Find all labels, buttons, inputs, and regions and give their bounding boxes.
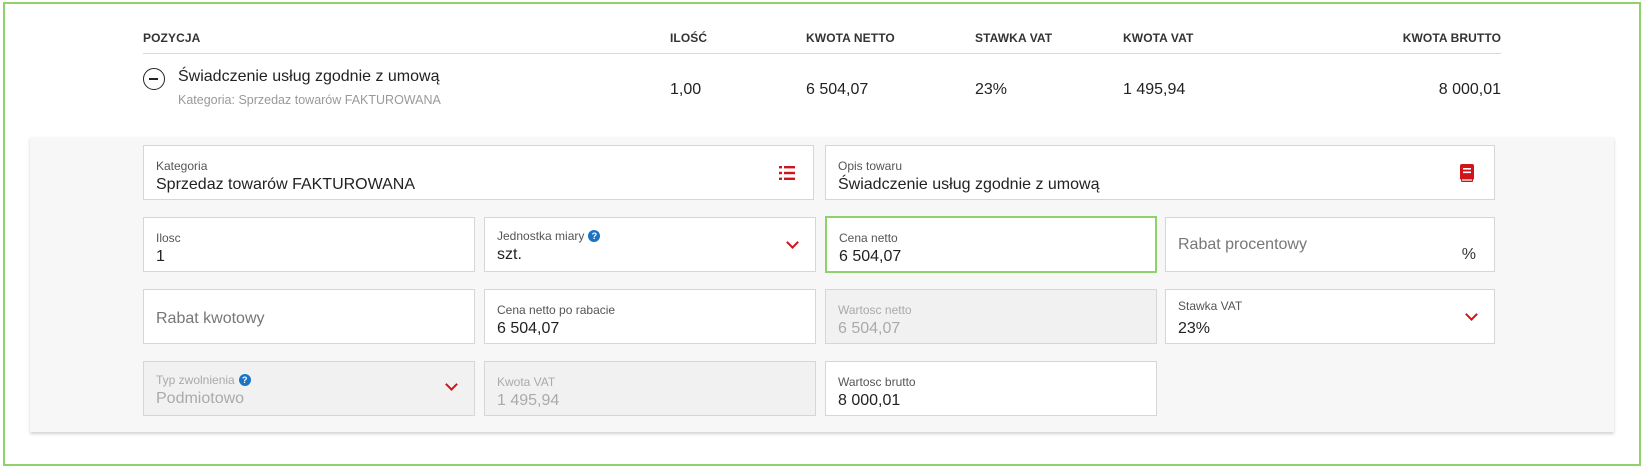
- table-row: Świadczenie usług zgodnie z umową Katego…: [143, 60, 1501, 122]
- net-price-value: 6 504,07: [839, 248, 902, 265]
- exemption-type-label-text: Typ zwolnienia: [156, 373, 235, 387]
- header-vat-rate: STAWKA VAT: [975, 31, 1053, 45]
- net-price-after-discount-value: 6 504,07: [497, 320, 560, 337]
- chevron-down-icon[interactable]: [786, 236, 799, 249]
- item-name: Świadczenie usług zgodnie z umową: [178, 68, 440, 85]
- unit-label: Jednostka miary?: [497, 229, 601, 243]
- net-value-label: Wartosc netto: [838, 303, 912, 317]
- header-quantity: ILOŚĆ: [670, 31, 708, 45]
- amount-discount-placeholder: Rabat kwotowy: [156, 310, 265, 327]
- quantity-label: Ilosc: [156, 231, 181, 245]
- net-price-after-discount-field[interactable]: Cena netto po rabacie 6 504,07: [484, 289, 816, 344]
- chevron-down-icon[interactable]: [1465, 308, 1478, 321]
- quantity-field[interactable]: Ilosc 1: [143, 217, 475, 272]
- header-position: POZYCJA: [143, 31, 201, 45]
- description-label: Opis towaru: [838, 159, 903, 173]
- net-price-label: Cena netto: [839, 231, 898, 245]
- item-category: Kategoria: Sprzedaz towarów FAKTUROWANA: [178, 93, 441, 107]
- exemption-type-value: Podmiotowo: [156, 390, 245, 407]
- list-icon[interactable]: [779, 166, 795, 180]
- exemption-type-select: Typ zwolnienia? Podmiotowo: [143, 361, 475, 416]
- net-value-value: 6 504,07: [838, 320, 901, 337]
- description-field[interactable]: Opis towaru Świadczenie usług zgodnie z …: [825, 145, 1495, 200]
- vat-amount-field: Kwota VAT 1 495,94: [484, 361, 816, 416]
- help-icon[interactable]: ?: [588, 230, 601, 242]
- vat-amount-label: Kwota VAT: [497, 375, 556, 389]
- description-value: Świadczenie usług zgodnie z umową: [838, 176, 1100, 193]
- header-vat-amount: KWOTA VAT: [1123, 31, 1194, 45]
- category-field[interactable]: Kategoria Sprzedaz towarów FAKTUROWANA: [143, 145, 814, 200]
- header-net-amount: KWOTA NETTO: [806, 31, 895, 45]
- item-details-panel: Kategoria Sprzedaz towarów FAKTUROWANA O…: [30, 137, 1614, 432]
- row-vat-amount: 1 495,94: [1123, 81, 1186, 98]
- header-gross-amount: KWOTA BRUTTO: [1402, 31, 1501, 45]
- table-header: POZYCJA ILOŚĆ KWOTA NETTO STAWKA VAT KWO…: [143, 28, 1501, 54]
- net-price-field[interactable]: Cena netto 6 504,07: [825, 216, 1157, 273]
- gross-value-label: Wartosc brutto: [838, 375, 916, 389]
- category-label: Kategoria: [156, 159, 208, 173]
- row-vat-rate: 23%: [975, 81, 1008, 98]
- unit-select[interactable]: Jednostka miary? szt.: [484, 217, 816, 272]
- vat-rate-select[interactable]: Stawka VAT 23%: [1165, 289, 1495, 344]
- percent-discount-field[interactable]: Rabat procentowy %: [1165, 217, 1495, 272]
- unit-label-text: Jednostka miary: [497, 229, 585, 243]
- net-value-field: Wartosc netto 6 504,07: [825, 289, 1157, 344]
- chevron-down-icon: [445, 378, 458, 391]
- unit-value: szt.: [497, 246, 522, 263]
- amount-discount-field[interactable]: Rabat kwotowy: [143, 289, 475, 344]
- book-icon[interactable]: [1460, 164, 1474, 182]
- gross-value-field[interactable]: Wartosc brutto 8 000,01: [825, 361, 1157, 416]
- percent-discount-placeholder: Rabat procentowy: [1178, 236, 1307, 253]
- net-price-after-discount-label: Cena netto po rabacie: [497, 303, 616, 317]
- row-gross-amount: 8 000,01: [1438, 81, 1501, 98]
- vat-amount-value: 1 495,94: [497, 392, 560, 409]
- vat-rate-value: 23%: [1178, 320, 1211, 337]
- collapse-icon[interactable]: [143, 68, 165, 90]
- percent-suffix: %: [1461, 246, 1476, 263]
- category-value: Sprzedaz towarów FAKTUROWANA: [156, 176, 416, 193]
- gross-value-value: 8 000,01: [838, 392, 901, 409]
- help-icon[interactable]: ?: [238, 374, 251, 386]
- row-net-amount: 6 504,07: [806, 81, 869, 98]
- row-quantity: 1,00: [670, 81, 702, 98]
- exemption-type-label: Typ zwolnienia?: [156, 373, 251, 387]
- vat-rate-label: Stawka VAT: [1178, 299, 1243, 313]
- quantity-value: 1: [156, 248, 165, 265]
